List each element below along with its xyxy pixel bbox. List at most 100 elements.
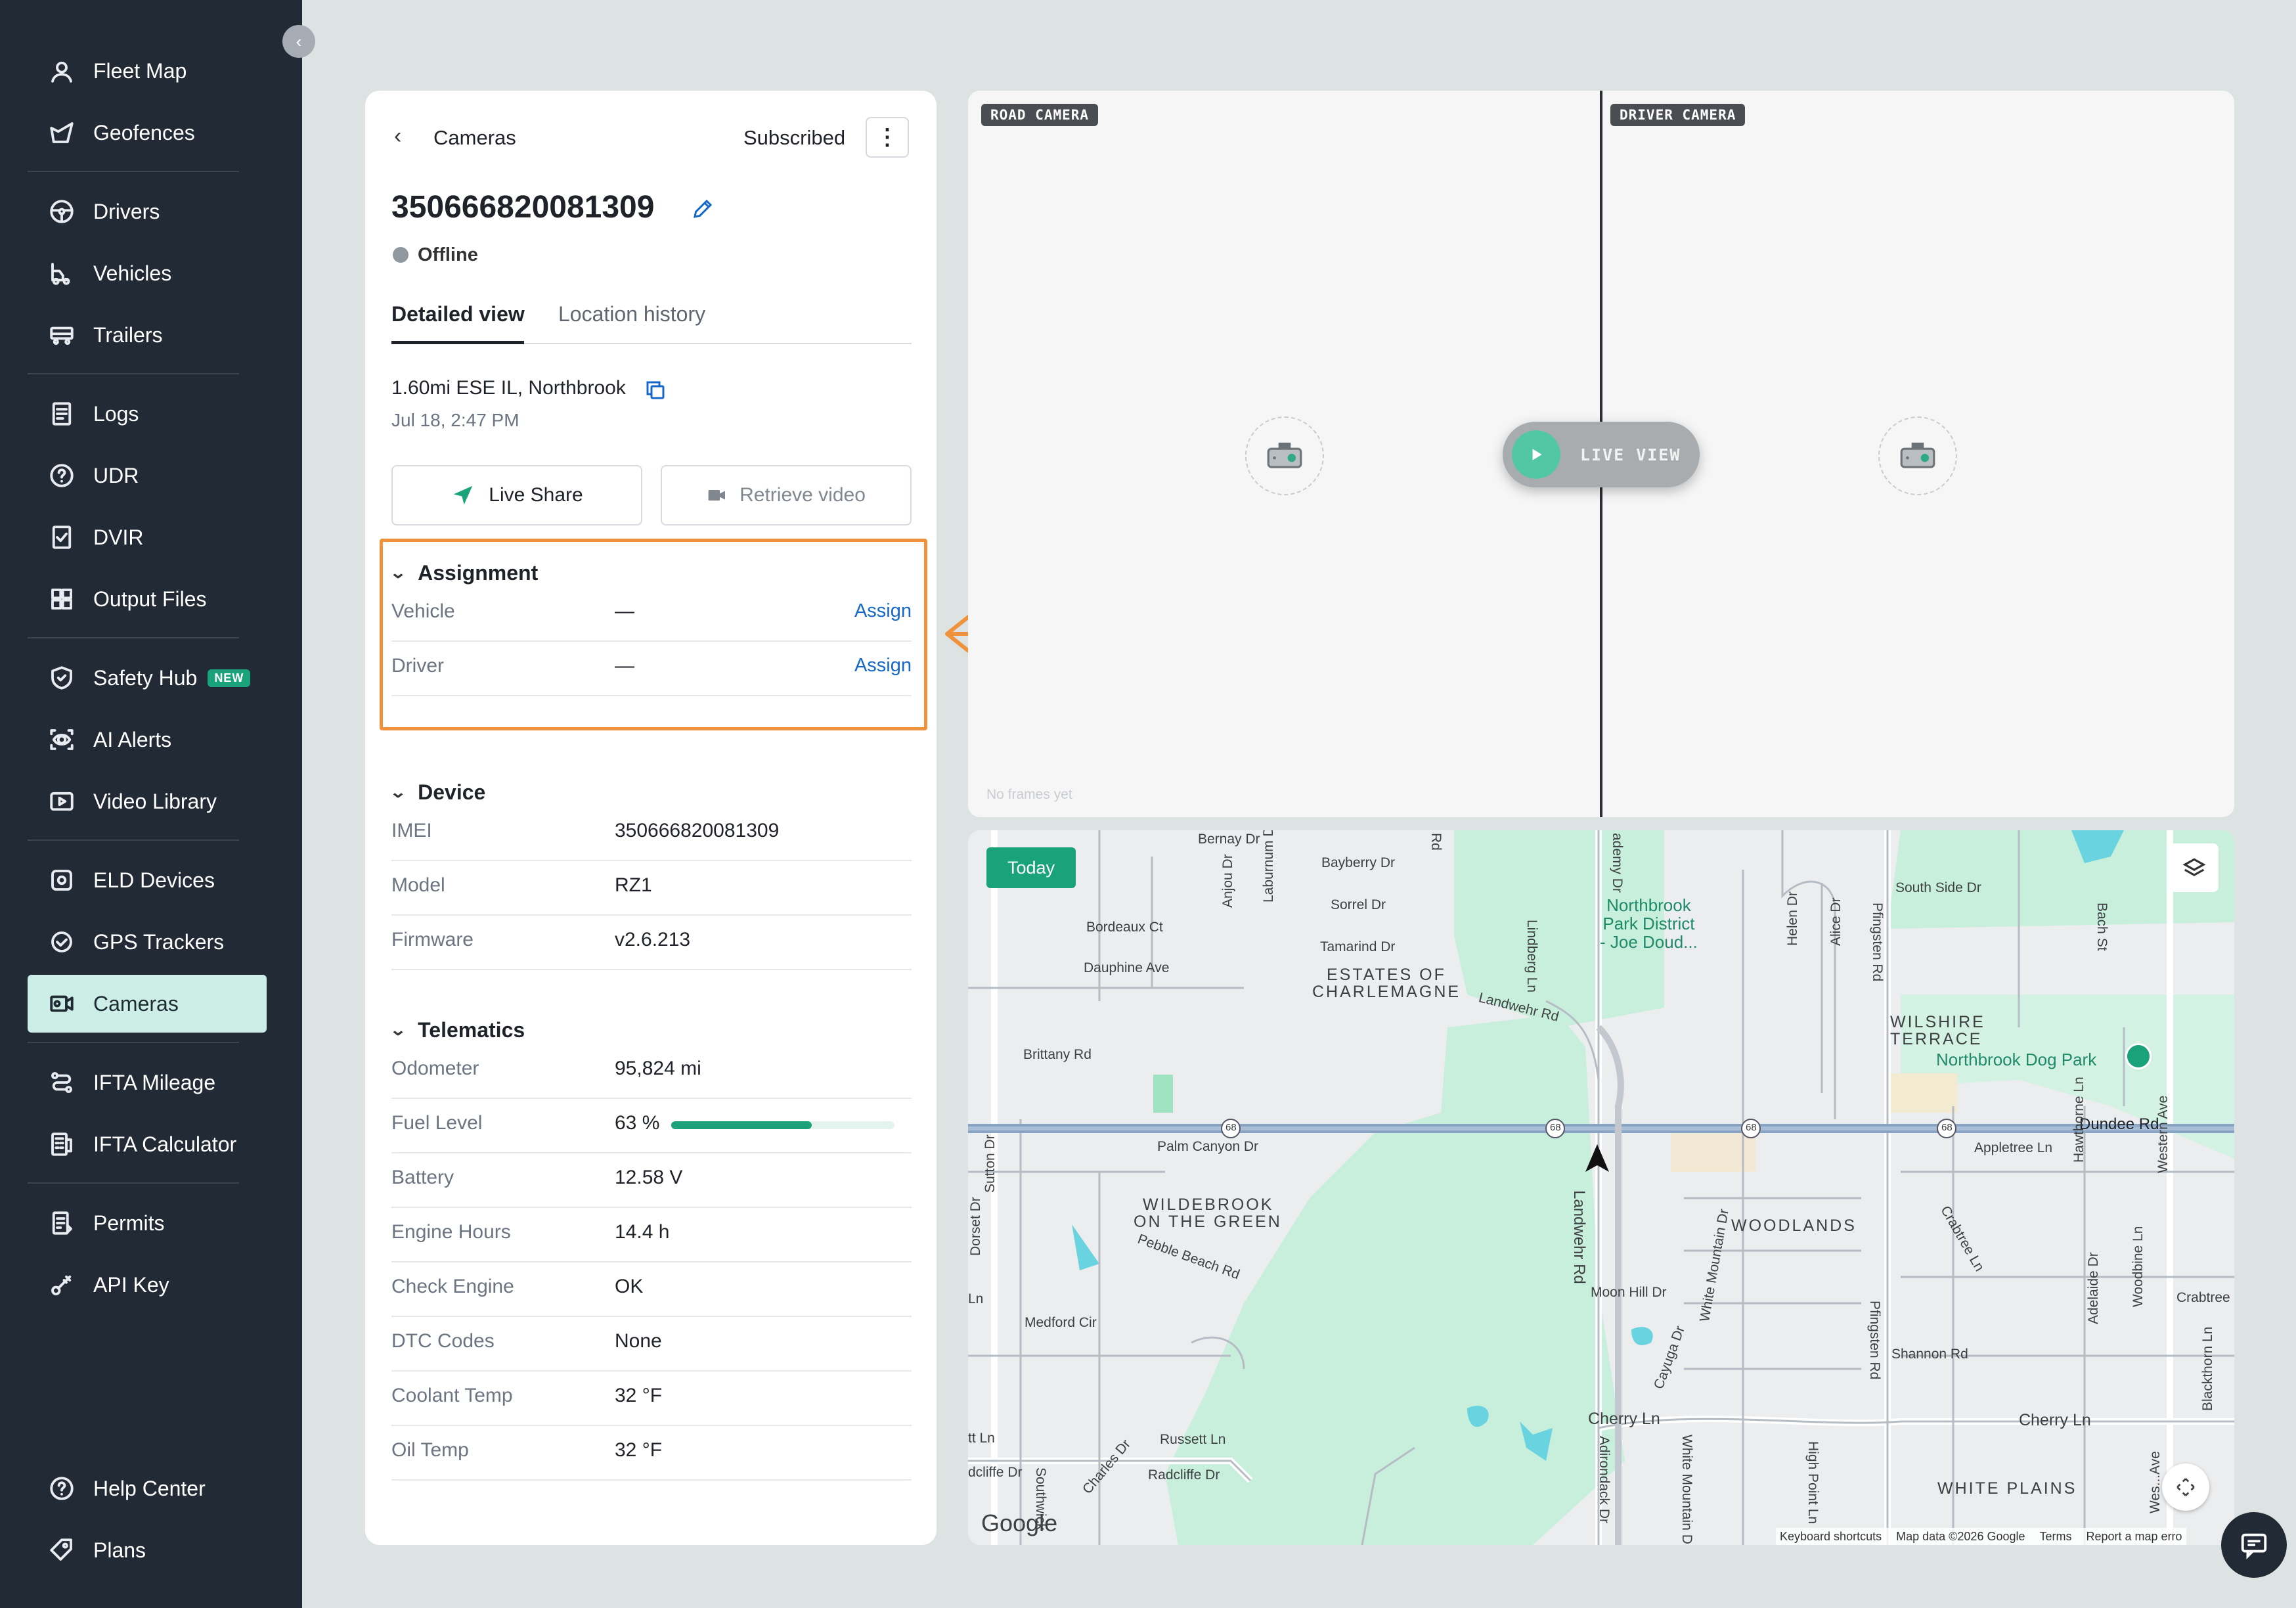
map-label: WILDEBROOK <box>1143 1195 1274 1214</box>
map-attribution: Keyboard shortcuts Map data ©2026 Google… <box>1776 1528 2186 1545</box>
assignment-section-header[interactable]: ⌄ Assignment <box>389 561 538 585</box>
map-label: Moon Hill Dr <box>1591 1285 1667 1300</box>
map-label: Western Ave <box>2155 1095 2171 1173</box>
status-dot <box>393 247 408 263</box>
back-icon[interactable]: ‹ <box>394 123 401 149</box>
map-label: Bernay Dr <box>1198 832 1260 847</box>
map-label-dundee: Dundee Rd <box>2079 1115 2159 1133</box>
telematics-row-engine-hours: Engine Hours 14.4 h <box>391 1208 912 1262</box>
sidebar-divider <box>28 839 239 841</box>
driver-camera-placeholder-icon <box>1878 416 1957 495</box>
assignment-row-vehicle: Vehicle — Assign <box>391 587 912 642</box>
kebab-menu-icon: ⋮ <box>876 125 898 150</box>
map-label: Hawthorne Ln <box>2071 1077 2086 1163</box>
sidebar-item-permits[interactable]: Permits <box>28 1194 267 1252</box>
map-label: Appletree Ln <box>1974 1140 2053 1155</box>
map-label: Crabtree <box>2176 1290 2230 1305</box>
breadcrumb-cameras[interactable]: Cameras <box>433 126 516 150</box>
map-label: ESTATES OF <box>1327 966 1446 984</box>
sidebar-item-video-library[interactable]: Video Library <box>28 772 267 830</box>
map-label: Sorrel Dr <box>1331 897 1386 912</box>
no-frames-text: No frames yet <box>986 787 1072 802</box>
report-link[interactable]: Report a map erro <box>2086 1530 2182 1544</box>
gear-device-icon <box>47 866 76 895</box>
sidebar-item-geofences[interactable]: Geofences <box>28 104 267 162</box>
device-section-header[interactable]: ⌄ Device <box>389 780 485 805</box>
sidebar-item-ai-alerts[interactable]: AI Alerts <box>28 711 267 769</box>
camera-views: ROAD CAMERA DRIVER CAMERA LIVE VIEW No f… <box>968 91 2234 817</box>
sidebar-collapse-button[interactable]: ‹ <box>282 25 315 58</box>
live-view-button[interactable]: LIVE VIEW <box>1503 422 1700 487</box>
retrieve-video-button[interactable]: Retrieve video <box>661 465 912 525</box>
geofence-icon <box>47 118 76 147</box>
map-label: High Point Ln <box>1805 1441 1821 1525</box>
chat-icon <box>2241 1533 2267 1559</box>
assign-vehicle-link[interactable]: Assign <box>854 600 912 622</box>
camera-detail-panel: ‹ Cameras Subscribed ⋮ 350666820081309 O… <box>365 91 937 1545</box>
map-label: Landwehr Rd <box>1570 1190 1588 1284</box>
tab-location-history[interactable]: Location history <box>558 302 705 326</box>
trailer-icon <box>47 321 76 349</box>
tab-detailed-view[interactable]: Detailed view <box>391 302 525 326</box>
send-arrow-icon <box>454 485 473 505</box>
live-share-button[interactable]: Live Share <box>391 465 642 525</box>
map-label: tt Ln <box>968 1431 995 1446</box>
map-label: Bayberry Dr <box>1321 855 1396 870</box>
sidebar-item-gps-trackers[interactable]: GPS Trackers <box>28 913 267 971</box>
map-label: Dauphine Ave <box>1084 960 1170 975</box>
key-icon <box>47 1270 76 1299</box>
location-map[interactable]: 68 68 68 68 Bernay Dr Bayberry Dr Sorrel… <box>968 830 2234 1545</box>
keyboard-shortcuts-link[interactable]: Keyboard shortcuts <box>1780 1530 1882 1544</box>
telematics-section-header[interactable]: ⌄ Telematics <box>389 1018 525 1042</box>
route-shield-label: 68 <box>1225 1122 1237 1133</box>
road-camera-placeholder-icon <box>1245 416 1324 495</box>
sidebar-item-ifta-mileage[interactable]: IFTA Mileage <box>28 1054 267 1111</box>
today-button[interactable]: Today <box>986 847 1076 888</box>
edit-pencil-icon[interactable] <box>691 197 715 221</box>
assignment-row-driver: Driver — Assign <box>391 642 912 696</box>
sidebar-item-cameras[interactable]: Cameras <box>28 975 267 1033</box>
sidebar-item-drivers[interactable]: Drivers <box>28 183 267 240</box>
sidebar-item-eld-devices[interactable]: ELD Devices <box>28 851 267 909</box>
sidebar-item-logs[interactable]: Logs <box>28 385 267 443</box>
map-label: Sutton Dr <box>982 1134 998 1193</box>
map-label: Bach St <box>2094 903 2109 951</box>
route-shield-label: 68 <box>1941 1122 1953 1133</box>
sidebar-item-vehicles[interactable]: Vehicles <box>28 244 267 302</box>
question-circle-icon <box>47 461 76 490</box>
map-label: Laburnum Dr <box>1261 830 1276 903</box>
park-pin-icon[interactable] <box>2125 1043 2152 1069</box>
terms-link[interactable]: Terms <box>2040 1530 2072 1544</box>
sidebar-item-help-center[interactable]: Help Center <box>28 1460 267 1517</box>
assign-driver-link[interactable]: Assign <box>854 655 912 677</box>
map-pin-icon <box>47 56 76 85</box>
active-tab-indicator <box>391 341 524 344</box>
truck-icon <box>47 259 76 288</box>
sidebar-item-dvir[interactable]: DVIR <box>28 508 267 566</box>
sidebar-item-safety-hub[interactable]: Safety Hub NEW <box>28 649 267 707</box>
sidebar-item-ifta-calculator[interactable]: IFTA Calculator <box>28 1115 267 1173</box>
camera-icon <box>47 989 76 1018</box>
map-label: Shannon Rd <box>1891 1347 1968 1362</box>
map-label: Cherry Ln <box>2019 1411 2091 1429</box>
sidebar-item-fleet-map[interactable]: Fleet Map <box>28 42 267 100</box>
clipboard-icon <box>47 399 76 428</box>
sidebar-item-plans[interactable]: Plans <box>28 1521 267 1579</box>
map-layers-button[interactable] <box>2170 843 2219 892</box>
sidebar-item-output-files[interactable]: Output Files <box>28 570 267 628</box>
route-shield-label: 68 <box>1550 1122 1561 1133</box>
permit-icon <box>47 1209 76 1238</box>
sidebar-item-udr[interactable]: UDR <box>28 447 267 504</box>
chat-support-button[interactable] <box>2221 1512 2287 1578</box>
map-label: Palm Canyon Dr <box>1157 1139 1259 1154</box>
map-label: Pfingsten Rd <box>1867 1301 1882 1380</box>
sidebar-divider <box>28 637 239 638</box>
map-label: ademy Dr <box>1610 833 1625 893</box>
sidebar-item-trailers[interactable]: Trailers <box>28 306 267 364</box>
map-label: Cherry Ln <box>1588 1410 1660 1428</box>
fullscreen-button[interactable] <box>2162 1463 2209 1511</box>
more-options-button[interactable]: ⋮ <box>866 117 909 158</box>
new-badge: NEW <box>208 669 251 687</box>
sidebar-item-api-key[interactable]: API Key <box>28 1256 267 1314</box>
copy-icon[interactable] <box>644 378 667 402</box>
